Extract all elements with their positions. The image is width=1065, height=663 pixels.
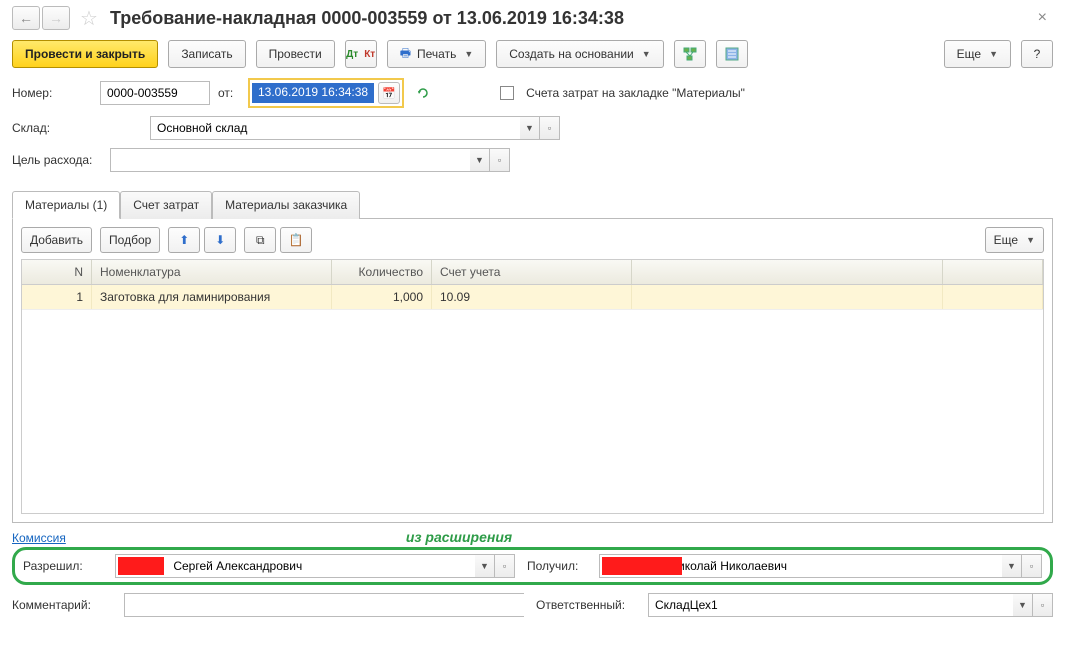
open-icon[interactable]: ▫ bbox=[1022, 554, 1042, 578]
chevron-down-icon: ▼ bbox=[1026, 235, 1035, 245]
cell-n[interactable]: 1 bbox=[22, 285, 92, 309]
paste-icon: 📋 bbox=[289, 233, 304, 247]
nav-back-button[interactable]: ← bbox=[12, 6, 40, 30]
comment-field[interactable] bbox=[124, 593, 524, 617]
tab-cost-account[interactable]: Счет затрат bbox=[120, 191, 212, 219]
purpose-input[interactable] bbox=[110, 148, 470, 172]
date-field-frame: 13.06.2019 16:34:38 📅 bbox=[248, 78, 404, 108]
open-icon[interactable]: ▫ bbox=[490, 148, 510, 172]
cost-accounts-checkbox[interactable] bbox=[500, 86, 514, 100]
post-and-close-button[interactable]: Провести и закрыть bbox=[12, 40, 158, 68]
responsible-label: Ответственный: bbox=[536, 598, 636, 612]
arrow-up-icon: ⬆ bbox=[179, 233, 189, 247]
print-label: Печать bbox=[417, 47, 456, 61]
purpose-label: Цель расхода: bbox=[12, 153, 102, 167]
print-button[interactable]: 🖶 Печать ▼ bbox=[387, 40, 487, 68]
grid-header: N Номенклатура Количество Счет учета bbox=[22, 260, 1043, 285]
number-input[interactable] bbox=[100, 81, 210, 105]
col-acct-header[interactable]: Счет учета bbox=[432, 260, 632, 284]
col-nomen-header[interactable]: Номенклатура bbox=[92, 260, 332, 284]
tab-materials[interactable]: Материалы (1) bbox=[12, 191, 120, 219]
warehouse-label: Склад: bbox=[12, 121, 142, 135]
extension-note: из расширения bbox=[406, 529, 512, 545]
copy-icon: ⧉ bbox=[256, 233, 265, 248]
chevron-down-icon[interactable]: ▼ bbox=[475, 554, 495, 578]
chevron-down-icon: ▼ bbox=[642, 49, 651, 59]
printer-icon: 🖶 bbox=[400, 44, 411, 65]
chevron-down-icon[interactable]: ▼ bbox=[1002, 554, 1022, 578]
tree-icon bbox=[682, 46, 698, 62]
related-docs-button[interactable] bbox=[674, 40, 706, 68]
dtkt-icon-button[interactable]: ДтКт bbox=[345, 40, 377, 68]
refresh-icon[interactable] bbox=[412, 82, 434, 104]
add-row-button[interactable]: Добавить bbox=[21, 227, 92, 253]
create-by-label: Создать на основании bbox=[509, 47, 634, 61]
responsible-input[interactable] bbox=[648, 593, 1013, 617]
extra-button[interactable] bbox=[716, 40, 748, 68]
calendar-icon[interactable]: 📅 bbox=[378, 82, 400, 104]
nav-forward-button[interactable]: → bbox=[42, 6, 70, 30]
chevron-down-icon: ▼ bbox=[989, 49, 998, 59]
copy-button[interactable]: ⧉ bbox=[244, 227, 276, 253]
chevron-down-icon: ▼ bbox=[464, 49, 473, 59]
post-button[interactable]: Провести bbox=[256, 40, 335, 68]
from-label: от: bbox=[218, 86, 240, 100]
pick-button[interactable]: Подбор bbox=[100, 227, 160, 253]
responsible-lookup[interactable]: ▼ ▫ bbox=[648, 593, 1053, 617]
tab-customer-materials[interactable]: Материалы заказчика bbox=[212, 191, 360, 219]
comment-input[interactable] bbox=[124, 593, 524, 617]
chevron-down-icon[interactable]: ▼ bbox=[470, 148, 490, 172]
approved-lookup[interactable]: ▼ ▫ bbox=[115, 554, 515, 578]
cell-acct[interactable]: 10.09 bbox=[432, 285, 632, 309]
chevron-down-icon[interactable]: ▼ bbox=[1013, 593, 1033, 617]
more-button[interactable]: Еще ▼ bbox=[944, 40, 1011, 68]
cell-end bbox=[943, 285, 1043, 309]
materials-grid[interactable]: N Номенклатура Количество Счет учета 1 З… bbox=[21, 259, 1044, 514]
approved-input[interactable] bbox=[115, 554, 475, 578]
save-button[interactable]: Записать bbox=[168, 40, 245, 68]
open-icon[interactable]: ▫ bbox=[1033, 593, 1053, 617]
cost-accounts-label: Счета затрат на закладке "Материалы" bbox=[526, 86, 745, 100]
warehouse-lookup[interactable]: ▼ ▫ bbox=[150, 116, 560, 140]
number-label: Номер: bbox=[12, 86, 92, 100]
move-up-button[interactable]: ⬆ bbox=[168, 227, 200, 253]
warehouse-input[interactable] bbox=[150, 116, 520, 140]
list-icon bbox=[725, 47, 739, 61]
grid-more-button[interactable]: Еще ▼ bbox=[985, 227, 1044, 253]
open-icon[interactable]: ▫ bbox=[540, 116, 560, 140]
date-input[interactable]: 13.06.2019 16:34:38 bbox=[252, 83, 374, 103]
approved-label: Разрешил: bbox=[23, 559, 103, 573]
table-row[interactable]: 1 Заготовка для ламинирования 1,000 10.0… bbox=[22, 285, 1043, 310]
col-qty-header[interactable]: Количество bbox=[332, 260, 432, 284]
dtkt-icon: Дт bbox=[346, 49, 358, 60]
col-end bbox=[943, 260, 1043, 284]
favorite-star-icon[interactable]: ☆ bbox=[78, 7, 100, 29]
grid-more-label: Еще bbox=[994, 233, 1018, 247]
purpose-lookup[interactable]: ▼ ▫ bbox=[110, 148, 510, 172]
arrow-down-icon: ⬇ bbox=[215, 233, 225, 247]
close-icon[interactable]: × bbox=[1032, 7, 1053, 29]
cell-sp bbox=[632, 285, 943, 309]
col-n-header[interactable]: N bbox=[22, 260, 92, 284]
commission-link[interactable]: Комиссия bbox=[12, 531, 66, 545]
help-button[interactable]: ? bbox=[1021, 40, 1053, 68]
paste-button[interactable]: 📋 bbox=[280, 227, 312, 253]
open-icon[interactable]: ▫ bbox=[495, 554, 515, 578]
cell-qty[interactable]: 1,000 bbox=[332, 285, 432, 309]
page-title: Требование-накладная 0000-003559 от 13.0… bbox=[110, 8, 624, 29]
create-based-on-button[interactable]: Создать на основании ▼ bbox=[496, 40, 663, 68]
move-down-button[interactable]: ⬇ bbox=[204, 227, 236, 253]
cell-nomen[interactable]: Заготовка для ламинирования bbox=[92, 285, 332, 309]
chevron-down-icon[interactable]: ▼ bbox=[520, 116, 540, 140]
comment-label: Комментарий: bbox=[12, 598, 112, 612]
extension-frame: Разрешил: ▼ ▫ Получил: ▼ ▫ bbox=[12, 547, 1053, 585]
received-label: Получил: bbox=[527, 559, 587, 573]
col-spacer bbox=[632, 260, 943, 284]
more-label: Еще bbox=[957, 47, 981, 61]
